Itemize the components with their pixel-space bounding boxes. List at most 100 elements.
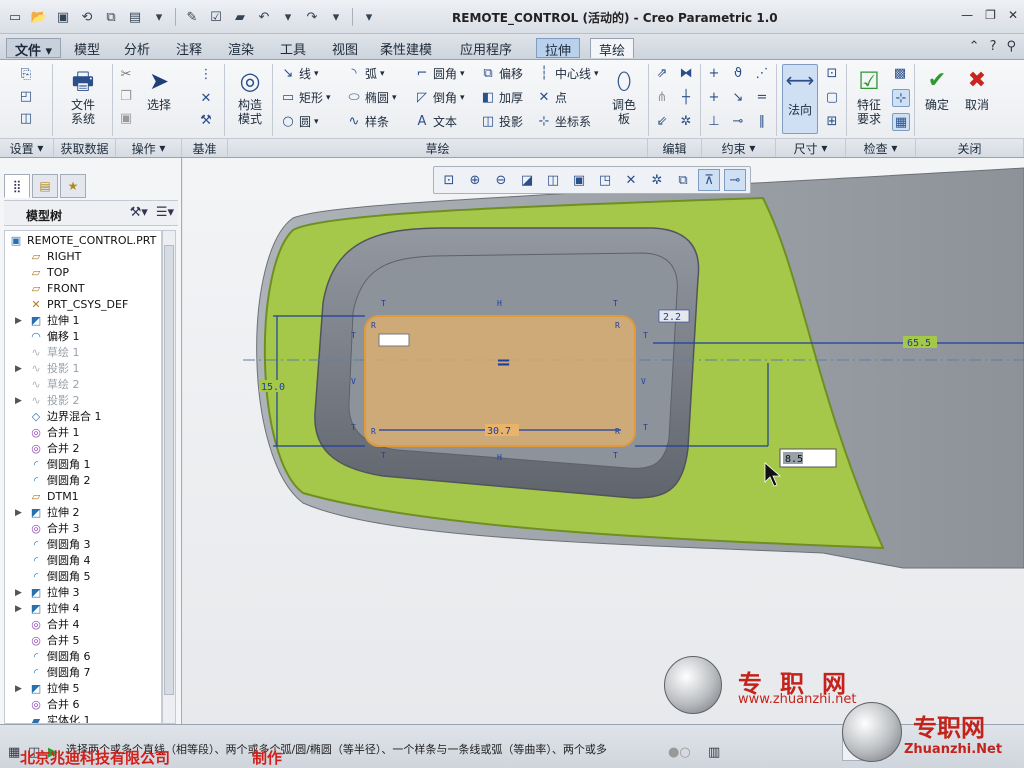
- tree-item[interactable]: ∿ 草绘 1: [5, 345, 161, 361]
- tree-item[interactable]: ▱ TOP: [5, 265, 161, 281]
- copy-icon[interactable]: ⧉: [100, 6, 122, 28]
- fillet-button[interactable]: ⌐ 圆角 ▾: [414, 65, 465, 82]
- expand-arrow-icon[interactable]: ▶: [15, 313, 25, 329]
- undo-dropdown-icon[interactable]: ▾: [277, 6, 299, 28]
- csys-button[interactable]: ⊹ 坐标系: [536, 113, 591, 130]
- zoom-in-icon[interactable]: ⊕: [464, 169, 486, 191]
- tree-item[interactable]: ▶ ◩ 拉伸 3: [5, 585, 161, 601]
- coincident-constraint[interactable]: ⊸: [730, 113, 746, 129]
- perimeter-button[interactable]: ⊡: [824, 65, 840, 81]
- ops-more-button[interactable]: ⋮: [198, 66, 214, 82]
- modify-button[interactable]: ⚒: [198, 112, 214, 128]
- constraint-display-icon[interactable]: ⊼: [698, 169, 720, 191]
- group-inspect[interactable]: 检查 ▾: [846, 138, 916, 157]
- edit-icon[interactable]: ✎: [181, 6, 203, 28]
- point-button[interactable]: ✕ 点: [536, 89, 567, 106]
- file-system-button[interactable]: 🖶 文件 系统: [60, 66, 106, 126]
- tree-scrollbar[interactable]: [162, 230, 176, 724]
- sketch-view-button[interactable]: ◫: [18, 110, 34, 126]
- tree-item[interactable]: ◎ 合并 5: [5, 633, 161, 649]
- midpoint-constraint[interactable]: ↘: [730, 89, 746, 105]
- open-icon[interactable]: 📂: [28, 6, 50, 28]
- tree-item[interactable]: ▱ DTM1: [5, 489, 161, 505]
- tree-item[interactable]: ▶ ∿ 投影 1: [5, 361, 161, 377]
- thicken-button[interactable]: ◧ 加厚: [480, 89, 523, 106]
- ribbon-collapse-icon[interactable]: ⌃: [969, 39, 980, 54]
- cut-button[interactable]: ✂: [118, 66, 134, 82]
- paste-button[interactable]: ▣: [118, 110, 134, 126]
- tree-item[interactable]: ◎ 合并 3: [5, 521, 161, 537]
- tab-applications[interactable]: 应用程序: [452, 38, 520, 58]
- regenerate-icon[interactable]: ⟲: [76, 6, 98, 28]
- tree-item[interactable]: ◜ 倒圆角 4: [5, 553, 161, 569]
- delete-segment-button[interactable]: ✲: [678, 113, 694, 129]
- highlight-open-ends-button[interactable]: ⊹: [892, 89, 910, 107]
- tree-item[interactable]: ◎ 合并 4: [5, 617, 161, 633]
- help-icon[interactable]: ?: [990, 39, 997, 54]
- construct-mode-button[interactable]: ◎ 构造 模式: [230, 66, 270, 126]
- tree-item[interactable]: ◎ 合并 1: [5, 425, 161, 441]
- tab-sketch[interactable]: 草绘: [590, 38, 635, 59]
- equal-constraint[interactable]: =: [754, 89, 770, 105]
- vertical-constraint[interactable]: +: [706, 65, 722, 81]
- tree-item[interactable]: ✕ PRT_CSYS_DEF: [5, 297, 161, 313]
- expand-arrow-icon[interactable]: ▶: [15, 681, 25, 697]
- tree-item[interactable]: ▰ 实体化 1: [5, 713, 161, 723]
- group-setup[interactable]: 设置 ▾: [0, 138, 54, 157]
- close-icon[interactable]: ✕: [1008, 8, 1018, 22]
- expand-arrow-icon[interactable]: ▶: [15, 393, 25, 409]
- spline-button[interactable]: ∿ 样条: [346, 113, 389, 130]
- customize-icon[interactable]: ▾: [358, 6, 380, 28]
- display-style-icon[interactable]: ◫: [542, 169, 564, 191]
- cancel-button[interactable]: ✖ 取消: [960, 66, 994, 113]
- redo-icon[interactable]: ↷: [301, 6, 323, 28]
- symmetric-constraint[interactable]: ⋰: [754, 65, 770, 81]
- tree-scroll-thumb[interactable]: [164, 245, 174, 695]
- arc-button[interactable]: ◝ 弧 ▾: [346, 65, 384, 82]
- tree-item[interactable]: ▱ FRONT: [5, 281, 161, 297]
- tab-render[interactable]: 渲染: [220, 38, 262, 58]
- tab-analysis[interactable]: 分析: [116, 38, 158, 58]
- tab-flexible-modeling[interactable]: 柔性建模: [372, 38, 440, 58]
- tree-columns-icon[interactable]: ☰▾: [156, 205, 174, 220]
- tree-item[interactable]: ▶ ◩ 拉伸 2: [5, 505, 161, 521]
- mirror-button[interactable]: ⧓: [678, 65, 694, 81]
- project-button[interactable]: ◫ 投影: [480, 113, 523, 130]
- baseline-button[interactable]: ⊞: [824, 113, 840, 129]
- dropdown-icon[interactable]: ▾: [148, 6, 170, 28]
- checkbox-icon[interactable]: ☑: [205, 6, 227, 28]
- divide-button[interactable]: ⋔: [654, 89, 670, 105]
- save-icon[interactable]: ▣: [52, 6, 74, 28]
- tree-item[interactable]: ◎ 合并 6: [5, 697, 161, 713]
- tree-item[interactable]: ◜ 倒圆角 5: [5, 569, 161, 585]
- offset-button[interactable]: ⧉ 偏移: [480, 65, 523, 82]
- tab-tools[interactable]: 工具: [272, 38, 314, 58]
- model-viewport[interactable]: = T H T T T V V T T T H T R R R R 15.0 30.7 2.2 6…: [183, 158, 1024, 724]
- modify-dim-button[interactable]: ⇗: [654, 65, 670, 81]
- minimize-icon[interactable]: —: [961, 8, 973, 22]
- tree-item[interactable]: ▶ ∿ 投影 2: [5, 393, 161, 409]
- regen-status-icon[interactable]: ▥: [708, 745, 720, 760]
- tree-item[interactable]: ◜ 倒圆角 7: [5, 665, 161, 681]
- tab-extrude[interactable]: 拉伸: [536, 38, 581, 59]
- file-menu[interactable]: 文件 ▾: [6, 38, 62, 59]
- normal-dimension-button[interactable]: ⟷ 法向: [782, 64, 818, 134]
- annotation-display-icon[interactable]: ⧉: [672, 169, 694, 191]
- folder-icon[interactable]: ▰: [229, 6, 251, 28]
- saved-views-icon[interactable]: ▣: [568, 169, 590, 191]
- tab-view[interactable]: 视图: [324, 38, 366, 58]
- expand-arrow-icon[interactable]: ▶: [15, 585, 25, 601]
- group-dimension[interactable]: 尺寸 ▾: [776, 138, 846, 157]
- palette-button[interactable]: ⬯ 调色 板: [606, 66, 642, 126]
- status-panel-icon[interactable]: ▦: [8, 745, 20, 760]
- corner-button[interactable]: ┼: [678, 89, 694, 105]
- tree-item[interactable]: ∿ 草绘 2: [5, 377, 161, 393]
- datum-display-icon[interactable]: ✕: [620, 169, 642, 191]
- shade-closed-loops-button[interactable]: ▩: [892, 65, 908, 81]
- tree-item[interactable]: ▶ ◩ 拉伸 1: [5, 313, 161, 329]
- copy-button[interactable]: ❐: [118, 88, 134, 104]
- ok-button[interactable]: ✔ 确定: [920, 66, 954, 113]
- tree-item[interactable]: ▶ ◩ 拉伸 5: [5, 681, 161, 697]
- tree-item[interactable]: ◜ 倒圆角 1: [5, 457, 161, 473]
- sketch-view-icon[interactable]: ◳: [594, 169, 616, 191]
